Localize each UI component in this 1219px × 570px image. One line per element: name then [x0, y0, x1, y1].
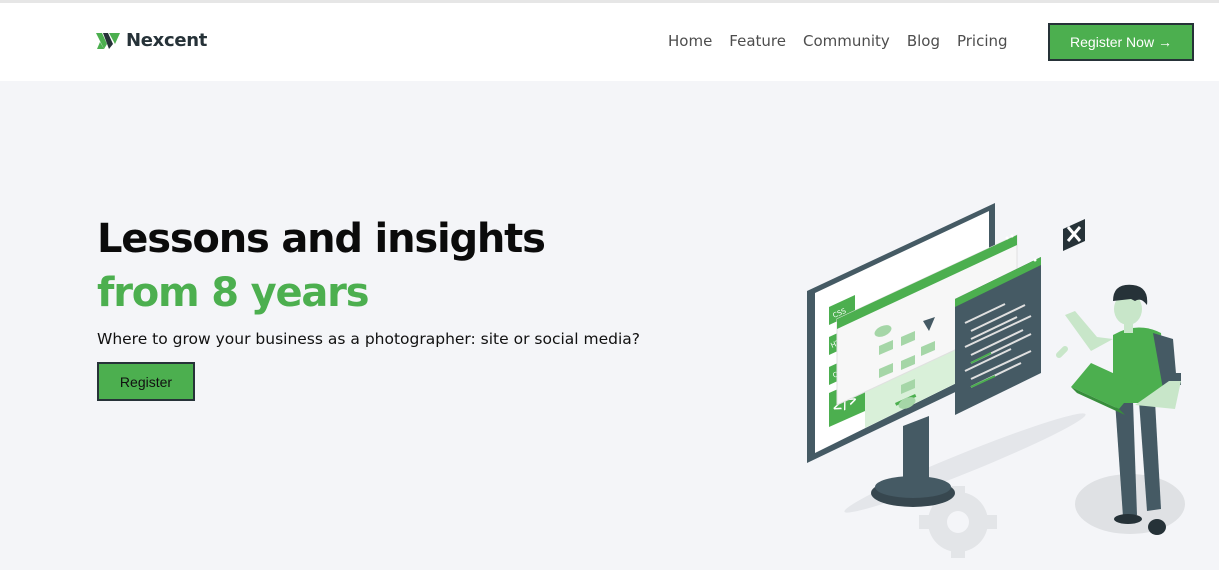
register-now-button[interactable]: Register Now →	[1048, 23, 1194, 61]
register-button[interactable]: Register	[97, 362, 195, 401]
close-icon	[1063, 219, 1085, 251]
hero-title: Lessons and insights from 8 years	[97, 212, 546, 320]
nav-pricing[interactable]: Pricing	[957, 32, 1008, 50]
main-nav: Home Feature Community Blog Pricing	[668, 32, 1008, 50]
hero-section: Lessons and insights from 8 years Where …	[0, 81, 1219, 570]
brand[interactable]: Nexcent	[96, 30, 207, 51]
brand-name: Nexcent	[126, 30, 208, 51]
nav-home[interactable]: Home	[668, 32, 712, 50]
hero-title-line2: from 8 years	[97, 270, 370, 316]
hero-subtitle: Where to grow your business as a photogr…	[97, 330, 641, 348]
site-header: Nexcent Home Feature Community Blog Pric…	[0, 3, 1219, 81]
hero-title-line1: Lessons and insights	[97, 216, 546, 262]
nav-feature[interactable]: Feature	[729, 32, 786, 50]
nav-community[interactable]: Community	[803, 32, 890, 50]
nexcent-logo-icon	[96, 32, 120, 50]
developer-illustration: CSS HTML C++ </>	[807, 203, 1185, 558]
nav-blog[interactable]: Blog	[907, 32, 940, 50]
